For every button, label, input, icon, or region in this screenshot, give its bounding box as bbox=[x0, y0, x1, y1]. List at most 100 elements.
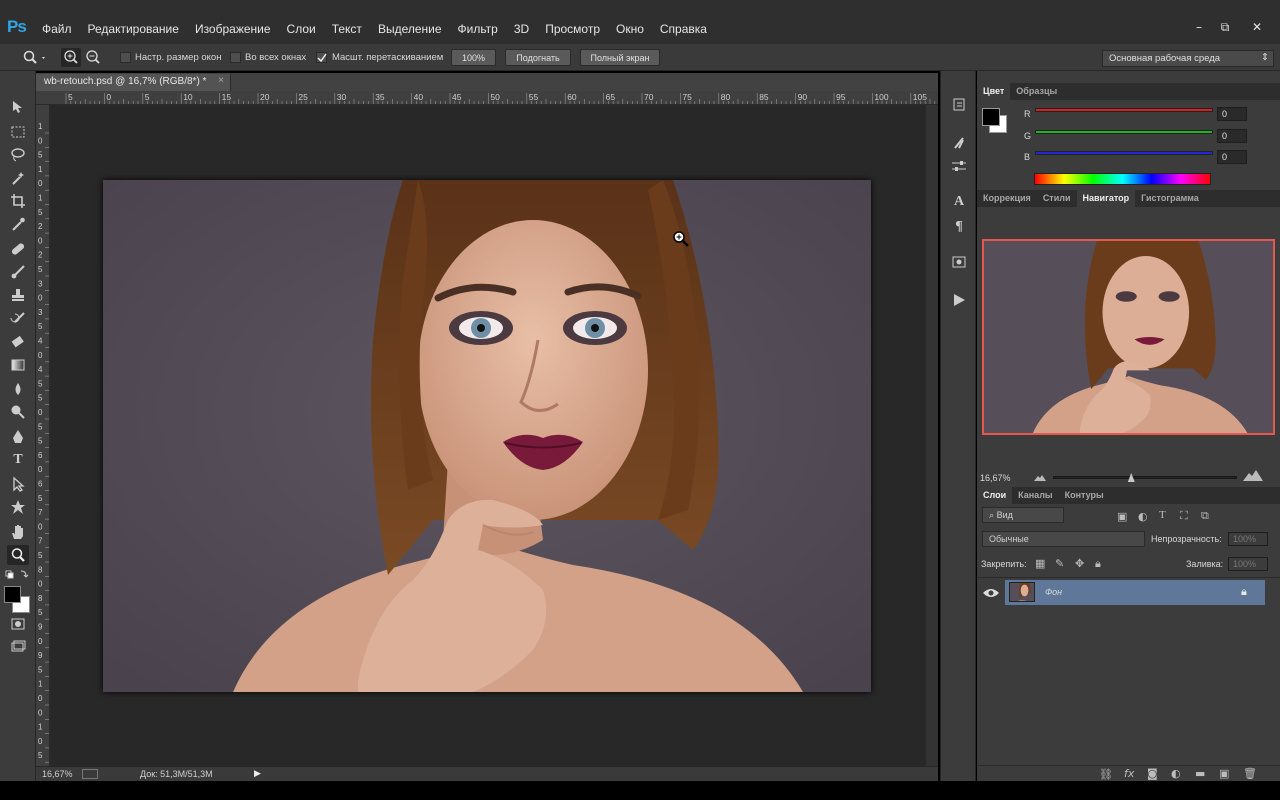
fx-icon[interactable]: fx bbox=[1124, 767, 1134, 780]
b-value-field[interactable]: 0 bbox=[1217, 150, 1247, 164]
scrubby-zoom-checkbox[interactable] bbox=[316, 52, 327, 63]
quick-mask-button[interactable] bbox=[7, 614, 29, 634]
menu-file[interactable]: Файл bbox=[34, 22, 80, 36]
zoom-in-mountain-icon[interactable] bbox=[1243, 470, 1263, 484]
properties-panel-icon[interactable] bbox=[948, 251, 970, 273]
tab-color[interactable]: Цвет bbox=[977, 83, 1011, 100]
r-value-field[interactable]: 0 bbox=[1217, 107, 1247, 121]
move-tool[interactable] bbox=[7, 97, 29, 117]
all-windows-checkbox[interactable] bbox=[230, 52, 241, 63]
zoom-out-button[interactable] bbox=[83, 48, 103, 67]
marquee-tool[interactable] bbox=[7, 122, 29, 142]
tab-channels[interactable]: Каналы bbox=[1012, 487, 1058, 504]
history-panel-icon[interactable] bbox=[948, 93, 970, 115]
minimize-button[interactable]: – bbox=[1186, 18, 1212, 36]
zoom-in-button[interactable] bbox=[61, 48, 81, 67]
navigator-zoom-slider[interactable] bbox=[1053, 473, 1237, 482]
layer-visibility-toggle[interactable] bbox=[980, 583, 1002, 603]
swap-colors-controls[interactable] bbox=[3, 569, 33, 581]
play-arrow-icon[interactable]: ▶ bbox=[254, 768, 261, 779]
clone-stamp-tool[interactable] bbox=[7, 285, 29, 305]
shape-tool[interactable] bbox=[7, 497, 29, 517]
foreground-color-swatch[interactable] bbox=[4, 586, 21, 603]
lock-pixels-icon[interactable]: ▦ bbox=[1035, 557, 1045, 570]
menu-edit[interactable]: Редактирование bbox=[80, 22, 187, 36]
tab-adjustments[interactable]: Коррекция bbox=[977, 190, 1037, 207]
fill-screen-button[interactable]: Полный экран bbox=[580, 49, 660, 66]
menu-window[interactable]: Окно bbox=[608, 22, 652, 36]
blend-mode-select[interactable]: Обычные bbox=[982, 531, 1145, 547]
lasso-tool[interactable] bbox=[7, 145, 29, 165]
actual-pixels-button[interactable]: 100% bbox=[451, 49, 496, 66]
fit-screen-button[interactable]: Подогнать bbox=[505, 49, 571, 66]
brush-tool[interactable] bbox=[7, 262, 29, 282]
magic-wand-tool[interactable] bbox=[7, 168, 29, 188]
g-slider[interactable] bbox=[1035, 130, 1213, 134]
layer-filter-select[interactable]: ⌕ Вид bbox=[982, 507, 1064, 523]
pen-tool[interactable] bbox=[7, 427, 29, 447]
actions-panel-icon[interactable] bbox=[948, 289, 970, 311]
fill-field[interactable]: 100% bbox=[1228, 557, 1268, 571]
add-mask-icon[interactable]: ◙ bbox=[1147, 767, 1158, 780]
opacity-field[interactable]: 100% bbox=[1228, 532, 1268, 546]
path-selection-tool[interactable] bbox=[7, 474, 29, 494]
g-value-field[interactable]: 0 bbox=[1217, 129, 1247, 143]
eraser-tool[interactable] bbox=[7, 332, 29, 352]
lock-position-icon[interactable]: ✥ bbox=[1075, 557, 1084, 570]
menu-filter[interactable]: Фильтр bbox=[450, 22, 506, 36]
tab-swatches[interactable]: Образцы bbox=[1010, 83, 1063, 100]
crop-tool[interactable] bbox=[7, 191, 29, 211]
zoom-out-mountain-icon[interactable] bbox=[1034, 473, 1046, 484]
paragraph-panel-icon[interactable]: ¶ bbox=[948, 216, 970, 238]
zoom-tool[interactable] bbox=[7, 545, 29, 565]
navigator-zoom-value[interactable]: 16,67% bbox=[980, 473, 1011, 483]
workspace-select[interactable]: Основная рабочая среда ⇕ bbox=[1102, 50, 1274, 67]
zoom-slider-thumb[interactable] bbox=[1127, 473, 1135, 482]
tab-paths[interactable]: Контуры bbox=[1059, 487, 1110, 504]
brush-settings-icon[interactable] bbox=[948, 155, 970, 177]
eyedropper-tool[interactable] bbox=[7, 214, 29, 234]
menu-help[interactable]: Справка bbox=[652, 22, 715, 36]
dodge-tool[interactable] bbox=[7, 402, 29, 422]
color-panel-fg-swatch[interactable] bbox=[982, 108, 1000, 126]
tab-histogram[interactable]: Гистограмма bbox=[1135, 190, 1205, 207]
menu-type[interactable]: Текст bbox=[324, 22, 370, 36]
layer-row[interactable]: Фон 🔒︎ bbox=[1005, 580, 1265, 605]
document-tab[interactable]: wb-retouch.psd @ 16,7% (RGB/8*) * × bbox=[36, 74, 231, 91]
link-layers-icon[interactable]: ⛓ bbox=[1099, 768, 1113, 781]
navigator-preview[interactable] bbox=[982, 239, 1275, 435]
new-group-icon[interactable]: ▬ bbox=[1195, 767, 1205, 780]
trash-icon[interactable]: 🗑︎ bbox=[1243, 767, 1257, 780]
menu-3d[interactable]: 3D bbox=[506, 22, 537, 36]
status-zoom[interactable]: 16,67% bbox=[42, 769, 73, 779]
color-spectrum-bar[interactable] bbox=[1034, 173, 1211, 185]
character-panel-icon[interactable]: A bbox=[948, 191, 970, 213]
restore-button[interactable]: ⧉ bbox=[1212, 18, 1238, 36]
r-slider[interactable] bbox=[1035, 108, 1213, 112]
close-button[interactable]: ✕ bbox=[1244, 18, 1270, 36]
shape-filter-icon[interactable]: ⛶ bbox=[1180, 509, 1188, 523]
adjustment-layer-icon[interactable]: ◐ bbox=[1171, 767, 1181, 780]
smart-object-filter-icon[interactable]: ⧉ bbox=[1201, 509, 1209, 523]
history-brush-tool[interactable] bbox=[7, 309, 29, 329]
hand-tool[interactable] bbox=[7, 522, 29, 542]
resize-windows-checkbox[interactable] bbox=[120, 52, 131, 63]
lock-all-icon[interactable]: 🔒︎ bbox=[1095, 557, 1101, 571]
lock-paint-icon[interactable]: ✎ bbox=[1055, 557, 1064, 570]
document-image[interactable] bbox=[103, 180, 871, 692]
type-tool[interactable]: T bbox=[7, 450, 29, 470]
healing-brush-tool[interactable] bbox=[7, 239, 29, 259]
type-filter-icon[interactable]: T bbox=[1159, 509, 1166, 521]
menu-image[interactable]: Изображение bbox=[187, 22, 279, 36]
menu-select[interactable]: Выделение bbox=[370, 22, 450, 36]
photoshop-logo[interactable]: Ps bbox=[7, 17, 27, 37]
tab-layers[interactable]: Слои bbox=[977, 487, 1013, 504]
tab-navigator[interactable]: Навигатор bbox=[1076, 190, 1136, 207]
blur-tool[interactable] bbox=[7, 379, 29, 399]
pixel-filter-icon[interactable]: ▣ bbox=[1117, 510, 1127, 523]
gradient-tool[interactable] bbox=[7, 355, 29, 375]
menu-view[interactable]: Просмотр bbox=[537, 22, 608, 36]
b-slider[interactable] bbox=[1035, 151, 1213, 155]
vertical-scrollbar[interactable] bbox=[926, 105, 938, 766]
new-layer-icon[interactable]: ▣ bbox=[1219, 767, 1229, 780]
